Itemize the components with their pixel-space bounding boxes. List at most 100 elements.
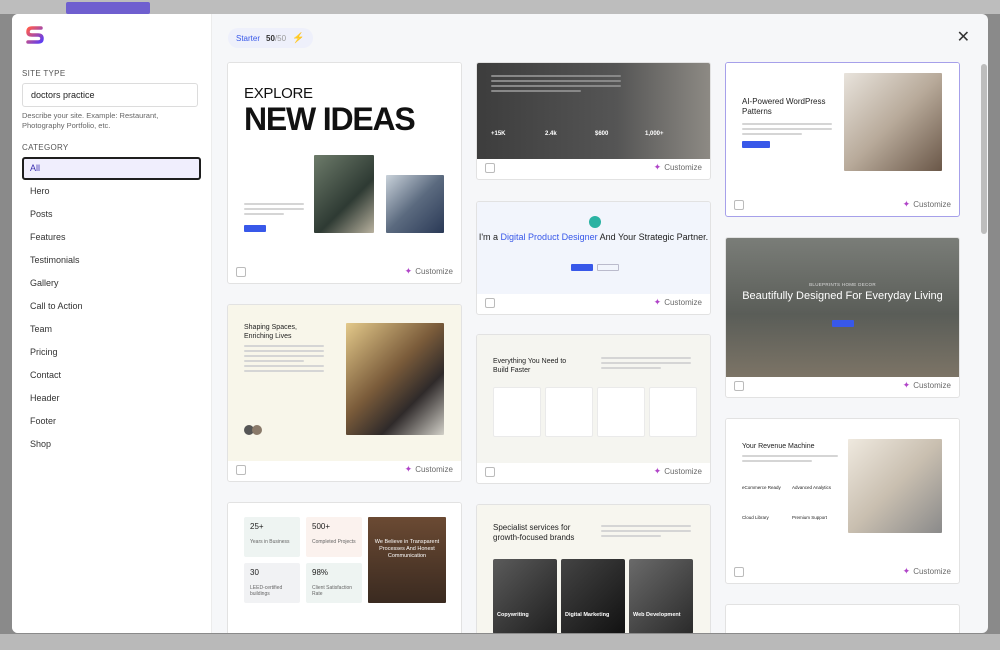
feature-tile: [649, 387, 697, 437]
pattern-card-dark-stats[interactable]: +15K 2.4k $600 1,000+ ✦ Customize: [476, 62, 711, 180]
pattern-card-specialist[interactable]: Specialist services for growth-focused b…: [476, 504, 711, 633]
background-editor-statusbar: [0, 634, 1000, 650]
pattern-thumbnail: EXPLORE NEW IDEAS: [228, 63, 461, 263]
pattern-thumbnail: AI-Powered WordPress Patterns: [726, 63, 959, 196]
customize-button[interactable]: ✦ Customize: [405, 464, 453, 475]
service-tile: Copywriting: [493, 559, 557, 633]
sparkle-icon: ✦: [653, 297, 662, 307]
brand-logo-icon: [26, 26, 44, 44]
category-item-contact[interactable]: Contact: [22, 364, 201, 387]
select-checkbox[interactable]: [485, 467, 495, 477]
select-checkbox[interactable]: [734, 381, 744, 391]
site-type-input[interactable]: doctors practice: [22, 83, 198, 107]
site-type-hint: Describe your site. Example: Restaurant,…: [22, 111, 159, 130]
thumb-item: Cloud Library: [742, 515, 769, 520]
pattern-thumbnail: 25+ Years in Business 500+ Completed Proje…: [228, 503, 461, 633]
category-item-call-to-action[interactable]: Call to Action: [22, 295, 201, 318]
thumb-photo: [848, 439, 942, 533]
thumb-photo: [346, 323, 444, 435]
pattern-card-stats[interactable]: 25+ Years in Business 500+ Completed Proje…: [227, 502, 462, 633]
select-checkbox[interactable]: [236, 465, 246, 475]
background-highlight: [66, 2, 150, 14]
thumb-heading: We Believe in Transparent Processes And …: [374, 539, 440, 559]
sidebar: SITE TYPE doctors practice Describe your…: [12, 14, 212, 633]
select-checkbox[interactable]: [485, 298, 495, 308]
sparkle-icon: ✦: [653, 162, 662, 172]
pattern-thumbnail: BLUEPRINTS HOME DECOR Beautifully Design…: [726, 238, 959, 377]
thumb-heading-small: EXPLORE: [244, 85, 313, 102]
avatar: [589, 216, 601, 228]
sparkle-icon: ✦: [404, 464, 413, 474]
customize-button[interactable]: ✦ Customize: [654, 162, 702, 173]
sparkle-icon: ✦: [902, 380, 911, 390]
service-tile: Web Development: [629, 559, 693, 633]
thumb-item: eCommerce Ready: [742, 485, 781, 490]
stat-box: 500+ Completed Projects: [306, 517, 362, 557]
pattern-library-modal: SITE TYPE doctors practice Describe your…: [12, 14, 988, 633]
thumb-heading: Shaping Spaces, Enriching Lives: [244, 324, 297, 340]
pattern-thumbnail: Specialist services for growth-focused b…: [477, 505, 710, 633]
usage-count: 50/50: [266, 33, 287, 43]
service-tile: Digital Marketing: [561, 559, 625, 633]
thumb-heading: Everything You Need to Build Faster: [493, 358, 567, 374]
category-item-all[interactable]: All: [22, 157, 201, 180]
sparkle-icon: ✦: [902, 199, 911, 209]
pattern-card-explore[interactable]: EXPLORE NEW IDEAS ✦ Customize: [227, 62, 462, 284]
select-checkbox[interactable]: [485, 163, 495, 173]
customize-button[interactable]: ✦ Customize: [903, 566, 951, 577]
select-checkbox[interactable]: [734, 567, 744, 577]
pattern-card-designer[interactable]: I'm a Digital Product Designer And Your …: [476, 201, 711, 315]
customize-button[interactable]: ✦ Customize: [903, 380, 951, 391]
thumb-photo: [368, 517, 446, 603]
category-item-testimonials[interactable]: Testimonials: [22, 249, 201, 272]
thumb-heading: Beautifully Designed For Everyday Living: [742, 290, 943, 302]
pattern-thumbnail: Everything You Need to Build Faster: [477, 335, 710, 463]
category-item-features[interactable]: Features: [22, 226, 201, 249]
pattern-thumbnail: Your Revenue Machine eCommerce Ready Adv…: [726, 419, 959, 563]
thumb-item: Premium Support: [792, 515, 828, 520]
pattern-card-features[interactable]: Everything You Need to Build Faster ✦ Cus…: [476, 334, 711, 484]
category-item-header[interactable]: Header: [22, 387, 201, 410]
plan-name: Starter: [236, 33, 261, 43]
scrollbar-thumb[interactable]: [981, 64, 987, 234]
pattern-card-partial[interactable]: [725, 604, 960, 633]
thumb-caption: BLUEPRINTS HOME DECOR: [809, 282, 876, 287]
site-type-label: SITE TYPE: [22, 69, 66, 78]
plan-usage-badge: Starter 50/50 ⚡: [228, 28, 313, 48]
category-item-hero[interactable]: Hero: [22, 180, 201, 203]
thumb-photo: [314, 155, 374, 233]
feature-tile: [493, 387, 541, 437]
pattern-card-revenue[interactable]: Your Revenue Machine eCommerce Ready Adv…: [725, 418, 960, 584]
stat-box: 98% Client Satisfaction Rate: [306, 563, 362, 603]
thumb-photo: [386, 175, 444, 233]
category-item-gallery[interactable]: Gallery: [22, 272, 201, 295]
sparkle-icon: ✦: [653, 466, 662, 476]
category-item-posts[interactable]: Posts: [22, 203, 201, 226]
customize-button[interactable]: ✦ Customize: [654, 297, 702, 308]
lightning-icon: ⚡: [292, 32, 305, 44]
customize-button[interactable]: ✦ Customize: [405, 266, 453, 277]
thumb-stat: $600: [595, 131, 609, 137]
select-checkbox[interactable]: [236, 267, 246, 277]
stat-box: 30 LEED-certified buildings: [244, 563, 300, 603]
category-item-team[interactable]: Team: [22, 318, 201, 341]
feature-tile: [597, 387, 645, 437]
category-item-pricing[interactable]: Pricing: [22, 341, 201, 364]
stat-box: 25+ Years in Business: [244, 517, 300, 557]
scrollbar[interactable]: [981, 64, 987, 624]
pattern-card-shaping-spaces[interactable]: Shaping Spaces, Enriching Lives ✦ Customi…: [227, 304, 462, 482]
feature-tile: [545, 387, 593, 437]
customize-button[interactable]: ✦ Customize: [654, 466, 702, 477]
thumb-heading: AI-Powered WordPress Patterns: [742, 97, 826, 116]
close-icon[interactable]: ✕: [957, 30, 970, 46]
pattern-card-ai-powered[interactable]: AI-Powered WordPress Patterns ✦ Customize: [725, 62, 960, 217]
background-editor-toolbar: [0, 0, 1000, 14]
customize-button[interactable]: ✦ Customize: [903, 199, 951, 210]
thumb-stat: 1,000+: [645, 131, 664, 137]
thumb-stat: +15K: [491, 131, 506, 137]
select-checkbox[interactable]: [734, 200, 744, 210]
thumb-stat: 2.4k: [545, 131, 557, 137]
pattern-card-everyday-living[interactable]: BLUEPRINTS HOME DECOR Beautifully Design…: [725, 237, 960, 398]
category-item-shop[interactable]: Shop: [22, 433, 201, 456]
category-item-footer[interactable]: Footer: [22, 410, 201, 433]
